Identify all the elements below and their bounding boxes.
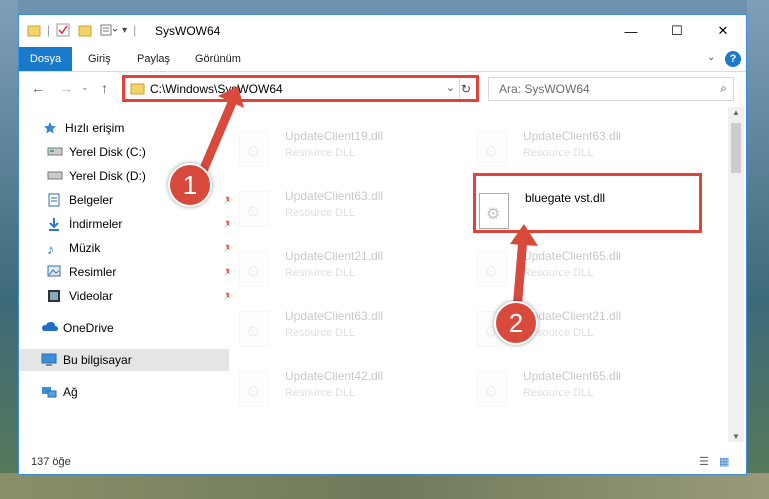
step-1-badge: 1 <box>168 163 212 207</box>
step-2-badge: 2 <box>494 301 538 345</box>
annotation-arrows <box>195 86 538 315</box>
